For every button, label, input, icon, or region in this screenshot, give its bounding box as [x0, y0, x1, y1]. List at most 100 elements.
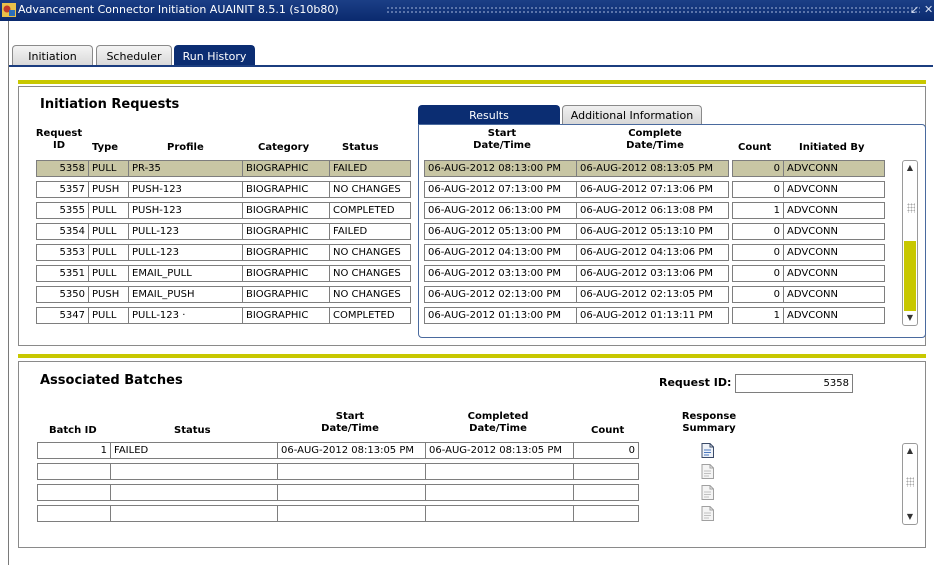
request-id-cell[interactable]: 5347 — [36, 307, 89, 324]
result-complete-cell[interactable]: 06-AUG-2012 01:13:11 PM — [576, 307, 729, 324]
result-initiated-by-cell[interactable]: ADVCONN — [783, 307, 885, 324]
request-profile-cell[interactable]: PUSH-123 — [128, 202, 243, 219]
request-id-cell[interactable]: 5358 — [36, 160, 89, 177]
result-count-cell[interactable]: 0 — [732, 265, 784, 282]
request-profile-cell[interactable]: PULL-123 — [128, 223, 243, 240]
result-complete-cell[interactable]: 06-AUG-2012 06:13:08 PM — [576, 202, 729, 219]
request-profile-cell[interactable]: EMAIL_PUSH — [128, 286, 243, 303]
document-icon[interactable] — [701, 443, 714, 458]
result-start-cell[interactable]: 06-AUG-2012 03:13:00 PM — [424, 265, 577, 282]
batch-count-cell[interactable] — [573, 484, 639, 501]
request-category-cell[interactable]: BIOGRAPHIC — [242, 223, 330, 240]
batch-status-cell[interactable] — [110, 505, 278, 522]
result-initiated-by-cell[interactable]: ADVCONN — [783, 244, 885, 261]
batch-start-cell[interactable] — [277, 484, 426, 501]
request-category-cell[interactable]: BIOGRAPHIC — [242, 286, 330, 303]
request-profile-cell[interactable]: PULL-123 — [128, 244, 243, 261]
result-initiated-by-cell[interactable]: ADVCONN — [783, 265, 885, 282]
request-profile-cell[interactable]: EMAIL_PULL — [128, 265, 243, 282]
batch-id-cell[interactable] — [37, 463, 111, 480]
batch-start-cell[interactable]: 06-AUG-2012 08:13:05 PM — [277, 442, 426, 459]
result-start-cell[interactable]: 06-AUG-2012 01:13:00 PM — [424, 307, 577, 324]
batch-id-cell[interactable] — [37, 505, 111, 522]
result-complete-cell[interactable]: 06-AUG-2012 02:13:05 PM — [576, 286, 729, 303]
request-category-cell[interactable]: BIOGRAPHIC — [242, 202, 330, 219]
batch-count-cell[interactable] — [573, 463, 639, 480]
scroll-up-icon[interactable]: ▲ — [903, 444, 917, 458]
request-category-cell[interactable]: BIOGRAPHIC — [242, 265, 330, 282]
batch-completed-cell[interactable] — [425, 463, 574, 480]
request-type-cell[interactable]: PULL — [88, 202, 129, 219]
tab-scheduler[interactable]: Scheduler — [96, 45, 172, 66]
request-status-cell[interactable]: COMPLETED — [329, 307, 411, 324]
request-status-cell[interactable]: NO CHANGES — [329, 265, 411, 282]
result-initiated-by-cell[interactable]: ADVCONN — [783, 160, 885, 177]
request-category-cell[interactable]: BIOGRAPHIC — [242, 244, 330, 261]
request-type-cell[interactable]: PUSH — [88, 286, 129, 303]
tab-additional-information[interactable]: Additional Information — [562, 105, 702, 125]
request-category-cell[interactable]: BIOGRAPHIC — [242, 181, 330, 198]
request-id-cell[interactable]: 5351 — [36, 265, 89, 282]
request-type-cell[interactable]: PULL — [88, 160, 129, 177]
scroll-down-icon[interactable]: ▼ — [903, 510, 917, 524]
result-initiated-by-cell[interactable]: ADVCONN — [783, 223, 885, 240]
result-count-cell[interactable]: 0 — [732, 181, 784, 198]
document-icon[interactable] — [701, 485, 714, 500]
request-status-cell[interactable]: COMPLETED — [329, 202, 411, 219]
request-status-cell[interactable]: NO CHANGES — [329, 181, 411, 198]
result-complete-cell[interactable]: 06-AUG-2012 08:13:05 PM — [576, 160, 729, 177]
requests-scrollbar[interactable]: ▲ ▼ — [902, 160, 918, 326]
request-profile-cell[interactable]: PUSH-123 — [128, 181, 243, 198]
document-icon[interactable] — [701, 464, 714, 479]
request-profile-cell[interactable]: PR-35 — [128, 160, 243, 177]
request-type-cell[interactable]: PULL — [88, 265, 129, 282]
request-type-cell[interactable]: PUSH — [88, 181, 129, 198]
tab-results[interactable]: Results — [418, 105, 560, 125]
request-profile-cell[interactable]: PULL-123 · — [128, 307, 243, 324]
result-count-cell[interactable]: 0 — [732, 286, 784, 303]
result-initiated-by-cell[interactable]: ADVCONN — [783, 181, 885, 198]
result-count-cell[interactable]: 0 — [732, 223, 784, 240]
batch-id-cell[interactable] — [37, 484, 111, 501]
batch-start-cell[interactable] — [277, 463, 426, 480]
batches-scrollbar[interactable]: ▲ ▼ — [902, 443, 918, 525]
request-id-cell[interactable]: 5354 — [36, 223, 89, 240]
result-start-cell[interactable]: 06-AUG-2012 02:13:00 PM — [424, 286, 577, 303]
request-id-cell[interactable]: 5353 — [36, 244, 89, 261]
request-status-cell[interactable]: FAILED — [329, 223, 411, 240]
request-status-cell[interactable]: FAILED — [329, 160, 411, 177]
request-id-cell[interactable]: 5357 — [36, 181, 89, 198]
result-count-cell[interactable]: 1 — [732, 202, 784, 219]
result-start-cell[interactable]: 06-AUG-2012 08:13:00 PM — [424, 160, 577, 177]
document-icon[interactable] — [701, 506, 714, 521]
result-complete-cell[interactable]: 06-AUG-2012 04:13:06 PM — [576, 244, 729, 261]
request-status-cell[interactable]: NO CHANGES — [329, 244, 411, 261]
result-initiated-by-cell[interactable]: ADVCONN — [783, 202, 885, 219]
request-id-field[interactable]: 5358 — [735, 374, 853, 393]
batch-id-cell[interactable]: 1 — [37, 442, 111, 459]
request-id-cell[interactable]: 5355 — [36, 202, 89, 219]
batch-status-cell[interactable]: FAILED — [110, 442, 278, 459]
result-start-cell[interactable]: 06-AUG-2012 05:13:00 PM — [424, 223, 577, 240]
result-complete-cell[interactable]: 06-AUG-2012 03:13:06 PM — [576, 265, 729, 282]
minimize-icon[interactable]: ↙ — [910, 3, 919, 16]
result-initiated-by-cell[interactable]: ADVCONN — [783, 286, 885, 303]
request-type-cell[interactable]: PULL — [88, 244, 129, 261]
result-start-cell[interactable]: 06-AUG-2012 06:13:00 PM — [424, 202, 577, 219]
request-category-cell[interactable]: BIOGRAPHIC — [242, 160, 330, 177]
result-start-cell[interactable]: 06-AUG-2012 07:13:00 PM — [424, 181, 577, 198]
scroll-up-icon[interactable]: ▲ — [903, 161, 917, 175]
request-type-cell[interactable]: PULL — [88, 307, 129, 324]
tab-initiation[interactable]: Initiation — [12, 45, 93, 66]
batch-count-cell[interactable]: 0 — [573, 442, 639, 459]
request-id-cell[interactable]: 5350 — [36, 286, 89, 303]
batch-start-cell[interactable] — [277, 505, 426, 522]
close-icon[interactable]: ✕ — [924, 3, 933, 16]
scroll-thumb[interactable] — [904, 241, 916, 311]
batch-completed-cell[interactable] — [425, 505, 574, 522]
result-complete-cell[interactable]: 06-AUG-2012 07:13:06 PM — [576, 181, 729, 198]
result-start-cell[interactable]: 06-AUG-2012 04:13:00 PM — [424, 244, 577, 261]
batch-completed-cell[interactable]: 06-AUG-2012 08:13:05 PM — [425, 442, 574, 459]
result-complete-cell[interactable]: 06-AUG-2012 05:13:10 PM — [576, 223, 729, 240]
batch-status-cell[interactable] — [110, 463, 278, 480]
